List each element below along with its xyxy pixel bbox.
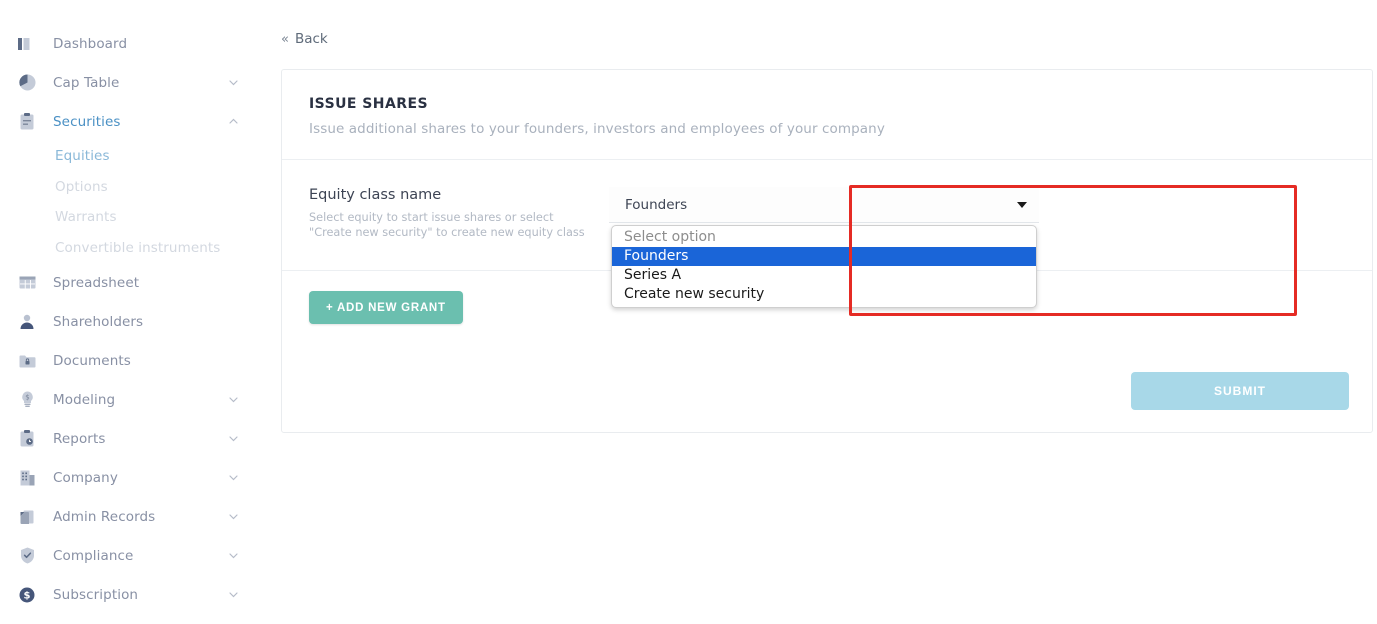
chevron-down-icon[interactable] xyxy=(228,433,239,444)
sidebar-item-spreadsheet[interactable]: Spreadsheet xyxy=(0,263,255,302)
submit-row: SUBMIT xyxy=(282,348,1372,432)
chevron-down-icon[interactable] xyxy=(228,77,239,88)
sidebar-item-modeling[interactable]: $ Modeling xyxy=(0,380,255,419)
bar-chart-icon xyxy=(18,35,36,53)
main-content: « Back ISSUE SHARES Issue additional sha… xyxy=(255,0,1377,624)
chevron-down-icon[interactable] xyxy=(228,550,239,561)
lightbulb-dollar-icon: $ xyxy=(18,391,36,409)
add-new-grant-button[interactable]: + ADD NEW GRANT xyxy=(309,291,463,324)
sidebar-item-company[interactable]: Company xyxy=(0,458,255,497)
shield-check-icon xyxy=(18,547,36,565)
submit-button[interactable]: SUBMIT xyxy=(1131,372,1349,410)
option-founders[interactable]: Founders xyxy=(612,247,1036,266)
sidebar-item-label: Company xyxy=(53,469,118,486)
pie-chart-icon xyxy=(18,74,36,92)
clipboard-clock-icon xyxy=(18,430,36,448)
sidebar-item-label: Securities xyxy=(53,113,121,130)
sidebar-item-label: Compliance xyxy=(53,547,134,564)
field-label-group: Equity class name Select equity to start… xyxy=(309,185,609,240)
field-help-line-1: Select equity to start issue shares or s… xyxy=(309,211,554,224)
option-series-a[interactable]: Series A xyxy=(612,266,1036,285)
sidebar-item-cap-table[interactable]: Cap Table xyxy=(0,63,255,102)
table-grid-icon xyxy=(18,274,36,292)
chevron-down-icon[interactable] xyxy=(1017,201,1027,208)
option-select-option[interactable]: Select option xyxy=(612,228,1036,247)
sidebar-item-label: Spreadsheet xyxy=(53,274,140,291)
sidebar-item-label: Admin Records xyxy=(53,508,156,525)
sidebar-subitem-label: Convertible instruments xyxy=(55,239,221,256)
equity-class-option-list[interactable]: Select option Founders Series A Create n… xyxy=(611,225,1037,308)
sidebar-item-label: Cap Table xyxy=(53,74,120,91)
sidebar-subitem-label: Warrants xyxy=(55,209,117,226)
svg-text:$: $ xyxy=(25,393,29,401)
sidebar-item-compliance[interactable]: Compliance xyxy=(0,536,255,575)
sidebar-subitem-equities[interactable]: Equities xyxy=(0,141,255,172)
sidebar-item-documents[interactable]: Documents xyxy=(0,341,255,380)
field-help-line-2: "Create new security" to create new equi… xyxy=(309,226,585,239)
sidebar-subitem-label: Equities xyxy=(55,148,110,165)
equity-class-field-row: Equity class name Select equity to start… xyxy=(282,159,1372,308)
documents-icon xyxy=(18,508,36,526)
app-root: Dashboard Cap Table Securities Equities … xyxy=(0,0,1377,624)
sidebar-item-label: Dashboard xyxy=(53,35,128,52)
sidebar-item-label: Modeling xyxy=(53,391,116,408)
sidebar-item-securities[interactable]: Securities xyxy=(0,102,255,141)
sidebar-item-label: Reports xyxy=(53,430,106,447)
sidebar-item-label: Documents xyxy=(53,352,131,369)
page-subtitle: Issue additional shares to your founders… xyxy=(309,121,885,137)
sidebar-item-subscription[interactable]: $ Subscription xyxy=(0,575,255,614)
sidebar-subitem-convertible-instruments[interactable]: Convertible instruments xyxy=(0,233,255,264)
sidebar-item-label: Shareholders xyxy=(53,313,144,330)
sidebar-subitem-options[interactable]: Options xyxy=(0,172,255,203)
chevron-down-icon[interactable] xyxy=(228,394,239,405)
equity-class-select-area: Founders Select option Founders Series A… xyxy=(609,185,1039,308)
card-header: ISSUE SHARES Issue additional shares to … xyxy=(282,70,1372,159)
sidebar-item-label: Subscription xyxy=(53,586,139,603)
back-link[interactable]: « Back xyxy=(281,31,328,47)
field-title: Equity class name xyxy=(309,187,442,203)
dollar-circle-icon: $ xyxy=(18,586,36,604)
back-chevron-icon: « xyxy=(281,32,289,47)
sidebar-item-admin-records[interactable]: Admin Records xyxy=(0,497,255,536)
person-icon xyxy=(18,313,36,331)
building-icon xyxy=(18,469,36,487)
chevron-up-icon[interactable] xyxy=(228,116,239,127)
sidebar-item-reports[interactable]: Reports xyxy=(0,419,255,458)
chevron-down-icon[interactable] xyxy=(228,511,239,522)
sidebar-subitem-warrants[interactable]: Warrants xyxy=(0,202,255,233)
sidebar-subitem-label: Options xyxy=(55,178,108,195)
clipboard-icon xyxy=(18,113,36,131)
sidebar-item-shareholders[interactable]: Shareholders xyxy=(0,302,255,341)
chevron-down-icon[interactable] xyxy=(228,472,239,483)
sidebar-item-dashboard[interactable]: Dashboard xyxy=(0,24,255,63)
page-title: ISSUE SHARES xyxy=(309,96,429,112)
chevron-down-icon[interactable] xyxy=(228,589,239,600)
equity-class-select[interactable]: Founders xyxy=(609,187,1039,223)
locked-folder-icon xyxy=(18,352,36,370)
option-create-new-security[interactable]: Create new security xyxy=(612,285,1036,304)
svg-text:$: $ xyxy=(24,590,31,601)
back-label: Back xyxy=(294,31,328,47)
equity-class-selected-value: Founders xyxy=(625,196,688,213)
sidebar: Dashboard Cap Table Securities Equities … xyxy=(0,0,276,624)
issue-shares-card: ISSUE SHARES Issue additional shares to … xyxy=(281,69,1373,433)
